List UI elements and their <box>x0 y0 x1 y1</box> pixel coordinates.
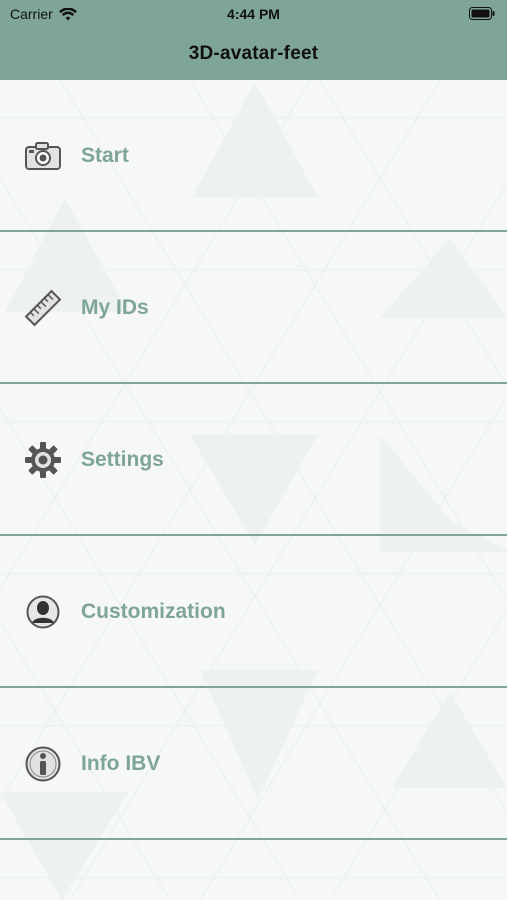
person-icon <box>24 593 62 631</box>
menu-item-label: Info IBV <box>81 752 161 775</box>
page-title: 3D-avatar-feet <box>188 43 319 64</box>
menu-item-customization[interactable]: Customization <box>0 536 507 688</box>
menu-item-label: Settings <box>81 448 164 471</box>
navigation-bar: 3D-avatar-feet <box>0 28 507 80</box>
battery-icon <box>469 7 495 20</box>
menu-item-label: Customization <box>81 600 226 623</box>
camera-icon <box>24 137 62 175</box>
main-menu: Start My IDs Settings Customization Info… <box>0 80 507 840</box>
info-icon <box>24 745 62 783</box>
menu-item-start[interactable]: Start <box>0 80 507 232</box>
menu-item-my-ids[interactable]: My IDs <box>0 232 507 384</box>
ruler-icon <box>24 289 62 327</box>
menu-item-info-ibv[interactable]: Info IBV <box>0 688 507 840</box>
gear-icon <box>24 441 62 479</box>
menu-item-label: Start <box>81 144 129 167</box>
menu-item-settings[interactable]: Settings <box>0 384 507 536</box>
status-time: 4:44 PM <box>227 6 280 22</box>
menu-item-label: My IDs <box>81 296 149 319</box>
status-bar: Carrier 4:44 PM <box>0 0 507 28</box>
